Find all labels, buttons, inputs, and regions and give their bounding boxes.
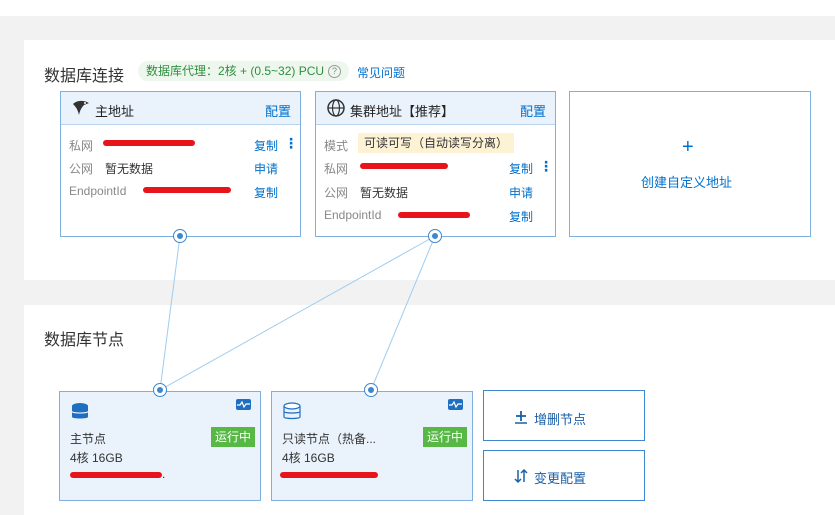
- readonly-node-name: 只读节点（热备...: [282, 432, 377, 446]
- cluster-endpoint-value-redacted: [398, 212, 470, 218]
- readonly-status-badge: 运行中: [423, 427, 468, 447]
- master-node-spec: 4核 16GB: [70, 451, 123, 465]
- change-config-label: 变更配置: [534, 471, 587, 486]
- add-remove-nodes-button[interactable]: 增删节点: [483, 390, 645, 441]
- cluster-mode-tag: 可读可写（自动读写分离）: [358, 133, 515, 153]
- master-node-id-suffix: .: [162, 467, 166, 481]
- primary-private-copy[interactable]: 复制: [254, 137, 278, 154]
- primary-private-value-redacted: [103, 140, 195, 146]
- cluster-private-copy[interactable]: 复制: [509, 160, 533, 177]
- plus-icon: +: [682, 136, 694, 158]
- cluster-private-label: 私网: [324, 162, 349, 176]
- master-node-name: 主节点: [70, 432, 107, 446]
- cluster-private-more-icon[interactable]: ⋮: [539, 159, 553, 173]
- readonly-node-id-redacted: [280, 472, 378, 478]
- database-icon: [283, 402, 301, 420]
- add-node-icon: [515, 411, 527, 424]
- cluster-address-card: 集群地址【推荐】 配置 模式 可读可写（自动读写分离） 私网 复制 ⋮ 公网 暂…: [315, 91, 556, 237]
- primary-endpoint-value-redacted: [143, 187, 231, 193]
- create-custom-address-card[interactable]: + 创建自定义地址: [569, 91, 811, 237]
- master-node-card[interactable]: 运行中 主节点 4核 16GB .: [59, 391, 261, 501]
- primary-public-value: 暂无数据: [105, 162, 154, 176]
- master-node-connector: [153, 383, 167, 397]
- faq-link[interactable]: 常见问题: [357, 64, 405, 81]
- cluster-endpoint-label: EndpointId: [324, 208, 382, 222]
- master-node-id-redacted: [70, 472, 162, 478]
- cluster-private-value-redacted: [360, 163, 448, 169]
- monitor-icon[interactable]: [448, 399, 463, 410]
- readonly-node-spec: 4核 16GB: [282, 451, 335, 465]
- top-bar: [0, 0, 835, 16]
- add-remove-nodes-label: 增删节点: [534, 412, 587, 427]
- primary-address-title: 主地址: [95, 104, 135, 119]
- readonly-node-connector: [364, 383, 378, 397]
- cluster-address-title: 集群地址【推荐】: [350, 104, 455, 119]
- primary-public-apply[interactable]: 申请: [254, 160, 278, 177]
- connection-title: 数据库连接: [44, 68, 125, 85]
- primary-address-card: 主地址 配置 私网 复制 ⋮ 公网 暂无数据 申请 EndpointId 复制: [60, 91, 301, 237]
- cluster-public-apply[interactable]: 申请: [509, 184, 533, 201]
- primary-public-label: 公网: [69, 162, 94, 176]
- cluster-public-value: 暂无数据: [360, 186, 409, 200]
- question-icon[interactable]: ?: [328, 65, 342, 79]
- change-config-button[interactable]: 变更配置: [483, 450, 645, 501]
- primary-private-label: 私网: [69, 139, 94, 153]
- cluster-address-connector: [428, 229, 442, 243]
- primary-address-config[interactable]: 配置: [265, 101, 291, 120]
- nodes-section-title: 数据库节点: [44, 332, 125, 349]
- primary-address-connector: [173, 229, 187, 243]
- proxy-tag: 数据库代理：2核 + (0.5~32) PCU?: [138, 61, 350, 81]
- primary-endpoint-label: EndpointId: [69, 184, 127, 198]
- bird-icon: [73, 100, 89, 115]
- database-icon: [71, 403, 89, 419]
- cluster-mode-label: 模式: [324, 139, 349, 153]
- master-status-badge: 运行中: [211, 427, 256, 447]
- cluster-endpoint-copy[interactable]: 复制: [509, 208, 533, 225]
- primary-endpoint-copy[interactable]: 复制: [254, 184, 278, 201]
- primary-private-more-icon[interactable]: ⋮: [284, 136, 298, 150]
- swap-icon: [514, 468, 528, 484]
- readonly-node-card[interactable]: 运行中 只读节点（热备... 4核 16GB: [271, 391, 473, 501]
- proxy-tag-text: 数据库代理：2核 + (0.5~32) PCU: [146, 64, 325, 78]
- cluster-public-label: 公网: [324, 186, 349, 200]
- cluster-address-config[interactable]: 配置: [520, 101, 546, 120]
- monitor-icon[interactable]: [236, 399, 251, 410]
- create-custom-address-label: 创建自定义地址: [641, 175, 733, 190]
- primary-address-header: 主地址 配置: [61, 92, 300, 125]
- globe-icon: [327, 99, 345, 117]
- cluster-address-header: 集群地址【推荐】 配置: [316, 92, 555, 125]
